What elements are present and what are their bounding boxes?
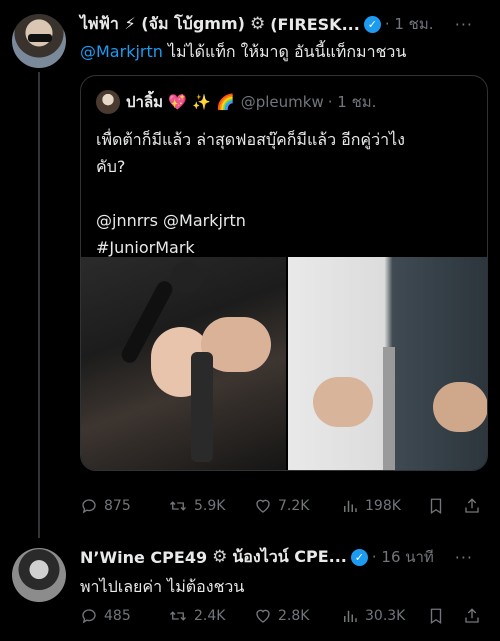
bookmark-button[interactable] bbox=[427, 607, 445, 625]
like-button[interactable]: 7.2K bbox=[254, 497, 309, 515]
retweet-button[interactable]: 5.9K bbox=[168, 497, 225, 515]
bookmark-icon bbox=[430, 498, 442, 515]
timestamp[interactable]: · 16 นาที bbox=[372, 545, 434, 569]
reply-count: 875 bbox=[104, 498, 131, 514]
tweet-actions: 485 2.4K 2.8K 30.3K bbox=[80, 604, 490, 628]
reply-icon bbox=[82, 499, 96, 514]
avatar[interactable] bbox=[12, 14, 66, 68]
retweet-button[interactable]: 2.4K bbox=[168, 607, 225, 625]
microphone-shape bbox=[171, 261, 203, 293]
share-icon bbox=[465, 608, 479, 623]
tweet-header: ไพ่ฟ้า ⚡ (จัม โบ้gmm) ⚙ (FIRESK... ✓ · 1… bbox=[80, 12, 485, 36]
like-count: 2.8K bbox=[278, 608, 310, 624]
quoted-display-name: ปาลิ้ม 💖 ✨ 🌈 bbox=[126, 93, 235, 111]
quoted-handle: @pleumkw bbox=[240, 93, 324, 111]
quoted-avatar bbox=[96, 90, 120, 114]
share-icon bbox=[465, 498, 479, 513]
tweet-header: N’Wine CPE49 ⚙ น้องไวน์ CPE... ✓ · 16 นา… bbox=[80, 545, 485, 569]
views-icon bbox=[344, 500, 357, 512]
verified-badge-icon: ✓ bbox=[350, 548, 368, 566]
quoted-tweet-header: ปาลิ้ม 💖 ✨ 🌈 @pleumkw · 1 ชม. bbox=[96, 90, 376, 114]
microphone-handle-shape bbox=[191, 352, 213, 462]
tweet-actions: 875 5.9K 7.2K 198K bbox=[80, 494, 490, 518]
tweet-text: พาไปเลยค่า ไม่ต้องชวน bbox=[80, 577, 245, 596]
views-count: 30.3K bbox=[365, 608, 406, 624]
reply-count: 485 bbox=[104, 608, 131, 624]
quoted-image-left[interactable] bbox=[81, 257, 286, 470]
retweet-icon bbox=[170, 611, 186, 621]
like-count: 7.2K bbox=[278, 498, 310, 514]
views-button[interactable]: 30.3K bbox=[341, 607, 405, 625]
quoted-image-right[interactable] bbox=[288, 257, 487, 470]
quoted-tweet[interactable]: ปาลิ้ม 💖 ✨ 🌈 @pleumkw · 1 ชม. เพื่ดต้าก็… bbox=[80, 75, 488, 471]
tweet-text-body: ไม่ได้แท็ก ให้มาดู อันนี้แท็กมาชวน bbox=[162, 42, 407, 61]
bookmark-icon bbox=[430, 608, 442, 625]
timestamp[interactable]: · 1 ชม. bbox=[385, 12, 434, 36]
gear-icon: ⚙ bbox=[212, 547, 228, 567]
quoted-text-line: คับ? bbox=[96, 157, 126, 176]
verified-badge-icon: ✓ bbox=[363, 15, 381, 33]
thread-line bbox=[38, 72, 40, 538]
gear-icon: ⚙ bbox=[249, 14, 266, 34]
reply-icon bbox=[82, 609, 96, 624]
heart-icon bbox=[256, 499, 270, 513]
retweet-count: 2.4K bbox=[194, 608, 226, 624]
display-name-suffix[interactable]: (FIRESK... bbox=[270, 15, 360, 34]
views-count: 198K bbox=[365, 498, 401, 514]
quoted-text: เพื่ดต้าก็มีแล้ว ล่าสุดฟอสบุ๊คก็มีแล้ว อ… bbox=[96, 126, 476, 261]
display-name-suffix[interactable]: น้องไวน์ CPE... bbox=[232, 545, 347, 570]
more-icon[interactable]: ··· bbox=[455, 548, 473, 567]
quoted-mentions[interactable]: @jnnrrs @Markjrtn bbox=[96, 207, 476, 234]
hand-shape bbox=[313, 377, 373, 427]
views-icon bbox=[344, 610, 357, 622]
avatar[interactable] bbox=[12, 548, 66, 602]
share-button[interactable] bbox=[463, 607, 481, 625]
avatar-glasses bbox=[28, 34, 52, 42]
like-button[interactable]: 2.8K bbox=[254, 607, 309, 625]
display-name[interactable]: N’Wine CPE49 bbox=[80, 548, 207, 567]
views-button[interactable]: 198K bbox=[341, 497, 401, 515]
reply-button[interactable]: 875 bbox=[80, 497, 131, 515]
reply-button[interactable]: 485 bbox=[80, 607, 131, 625]
tweet-text: @Markjrtn ไม่ได้แท็ก ให้มาดู อันนี้แท็กม… bbox=[80, 40, 406, 65]
quoted-text-gap bbox=[96, 180, 476, 207]
retweet-count: 5.9K bbox=[194, 498, 226, 514]
hand-shape bbox=[433, 382, 487, 432]
quoted-text-line: เพื่ดต้าก็มีแล้ว ล่าสุดฟอสบุ๊คก็มีแล้ว อ… bbox=[96, 130, 405, 149]
retweet-icon bbox=[170, 501, 186, 511]
bookmark-button[interactable] bbox=[427, 497, 445, 515]
quoted-timestamp: · 1 ชม. bbox=[327, 93, 377, 111]
display-name[interactable]: ไพ่ฟ้า ⚡ (จัม โบ้gmm) bbox=[80, 12, 245, 37]
mention-link[interactable]: @Markjrtn bbox=[80, 42, 163, 61]
heart-icon bbox=[256, 609, 270, 623]
share-button[interactable] bbox=[463, 497, 481, 515]
more-icon[interactable]: ··· bbox=[455, 15, 473, 34]
fence-shape bbox=[383, 347, 395, 470]
